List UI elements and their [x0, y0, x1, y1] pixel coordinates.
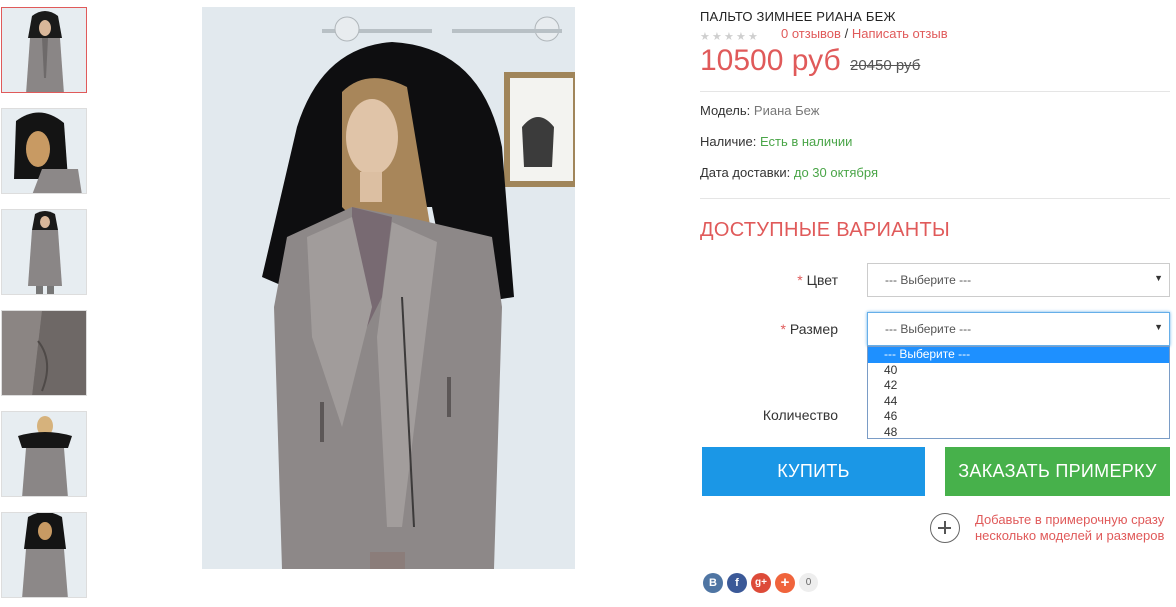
- divider: [700, 91, 1170, 92]
- size-option[interactable]: 44: [868, 394, 1169, 410]
- coat-mannequin-image: [202, 7, 575, 569]
- star-icon: ★: [724, 31, 734, 43]
- size-option[interactable]: --- Выберите ---: [868, 347, 1169, 363]
- rating-stars: ★ ★ ★ ★ ★: [700, 27, 760, 45]
- color-label: Цвет: [806, 272, 838, 288]
- vk-share-icon[interactable]: В: [703, 573, 723, 593]
- chevron-down-icon: ▼: [1154, 322, 1163, 332]
- model-row: Модель: Риана Беж: [700, 103, 819, 118]
- thumbnail-4[interactable]: [1, 310, 87, 396]
- size-select-value: --- Выберите ---: [885, 322, 972, 336]
- divider: [700, 198, 1170, 199]
- share-count: 0: [799, 573, 818, 592]
- required-mark: *: [797, 272, 803, 288]
- model-label: Модель:: [700, 103, 751, 118]
- order-fitting-button[interactable]: ЗАКАЗАТЬ ПРИМЕРКУ: [945, 447, 1170, 496]
- thumbnail-3[interactable]: [1, 209, 87, 295]
- star-icon: ★: [736, 31, 746, 43]
- size-label: Размер: [789, 321, 838, 337]
- old-price: 20450 руб: [850, 57, 921, 74]
- model-value: Риана Беж: [753, 103, 820, 118]
- reviews-separator: /: [844, 26, 849, 41]
- size-option[interactable]: 40: [868, 363, 1169, 379]
- delivery-row: Дата доставки: до 30 октября: [700, 165, 878, 180]
- product-price: 10500 руб: [700, 44, 841, 77]
- thumbnail-6[interactable]: [1, 512, 87, 598]
- write-review-link[interactable]: Написать отзыв: [852, 26, 948, 41]
- size-option[interactable]: 48: [868, 425, 1169, 441]
- delivery-label: Дата доставки:: [700, 165, 791, 180]
- coat-front-thumbnail-image: [2, 8, 86, 92]
- coat-fabric-closeup-thumbnail-image: [2, 311, 86, 395]
- size-option[interactable]: 46: [868, 409, 1169, 425]
- fitting-hint-text: Добавьте в примерочную сразу несколько м…: [975, 512, 1165, 543]
- chevron-down-icon: ▼: [1154, 273, 1163, 283]
- facebook-share-icon[interactable]: f: [727, 573, 747, 593]
- size-select[interactable]: --- Выберите --- ▼: [867, 312, 1170, 346]
- availability-label: Наличие:: [700, 134, 757, 149]
- reviews-row: 0 отзывов / Написать отзыв: [781, 26, 948, 41]
- color-select-value: --- Выберите ---: [885, 273, 972, 287]
- buy-button[interactable]: КУПИТЬ: [702, 447, 925, 496]
- size-option[interactable]: 42: [868, 378, 1169, 394]
- add-to-fitting-icon[interactable]: [930, 513, 960, 543]
- size-label-row: * Размер: [760, 321, 838, 337]
- google-plus-share-icon[interactable]: g+: [751, 573, 771, 593]
- size-dropdown-list[interactable]: --- Выберите --- 40 42 44 46 48: [867, 346, 1170, 439]
- coat-hood-front-thumbnail-image: [2, 513, 86, 597]
- color-select[interactable]: --- Выберите --- ▼: [867, 263, 1170, 297]
- coat-hood-side-thumbnail-image: [2, 109, 86, 193]
- coat-fur-collar-thumbnail-image: [2, 412, 86, 496]
- quantity-label: Количество: [762, 407, 838, 423]
- more-share-icon[interactable]: +: [775, 573, 795, 593]
- thumbnail-5[interactable]: [1, 411, 87, 497]
- product-title: ПАЛЬТО ЗИМНЕЕ РИАНА БЕЖ: [700, 9, 896, 24]
- availability-value: Есть в наличии: [759, 134, 853, 149]
- reviews-link[interactable]: 0 отзывов: [781, 26, 841, 41]
- delivery-value: до 30 октября: [793, 165, 878, 180]
- coat-full-thumbnail-image: [2, 210, 86, 294]
- star-icon: ★: [700, 31, 710, 43]
- star-icon: ★: [712, 31, 722, 43]
- main-product-image[interactable]: [202, 7, 575, 569]
- options-heading: ДОСТУПНЫЕ ВАРИАНТЫ: [700, 219, 951, 241]
- color-label-row: * Цвет: [760, 272, 838, 288]
- thumbnail-1[interactable]: [1, 7, 87, 93]
- required-mark: *: [780, 321, 786, 337]
- star-icon: ★: [748, 31, 758, 43]
- availability-row: Наличие: Есть в наличии: [700, 134, 852, 149]
- thumbnail-2[interactable]: [1, 108, 87, 194]
